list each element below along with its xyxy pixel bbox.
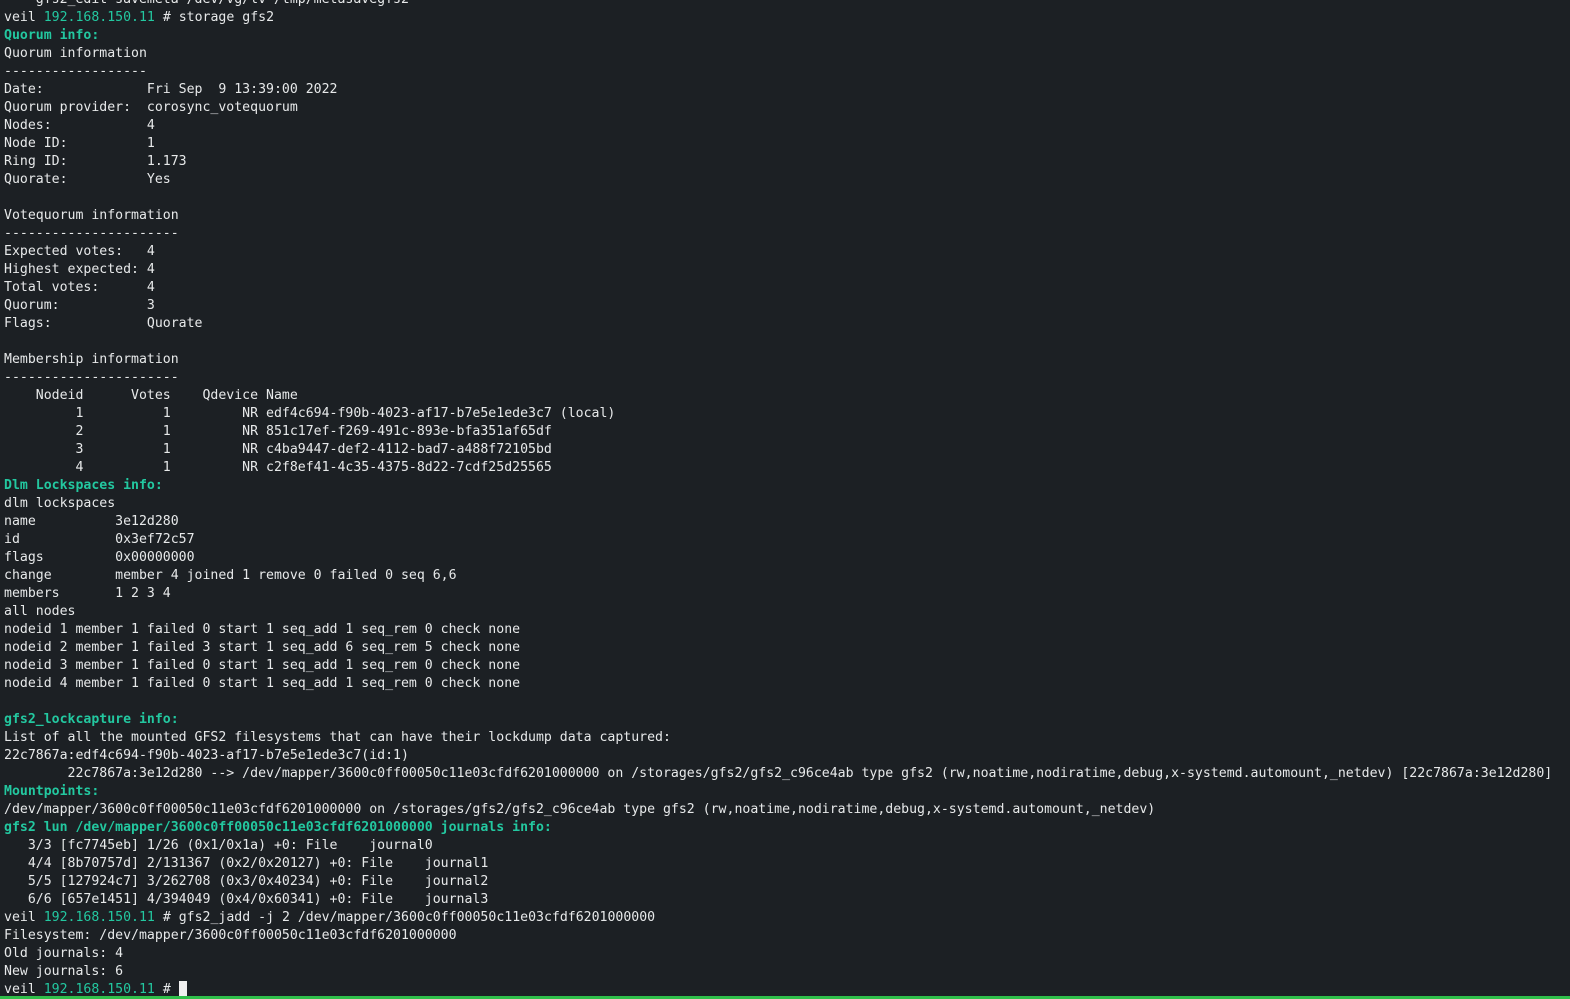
prompt-host: 192.168.150.11 — [43, 982, 155, 997]
prompt-host: 192.168.150.11 — [43, 910, 155, 925]
output-line: name 3e12d280 — [4, 514, 179, 529]
prompt-symbol: # — [162, 10, 171, 25]
prompt-user: veil — [4, 910, 36, 925]
section-header: Mountpoints: — [4, 784, 100, 799]
prompt-symbol: # — [162, 910, 171, 925]
output-line: all nodes — [4, 604, 76, 619]
output-line: members 1 2 3 4 — [4, 586, 171, 601]
output-line: /dev/mapper/3600c0ff00050c11e03cfdf62010… — [4, 802, 1156, 817]
output-line: 4 1 NR c2f8ef41-4c35-4375-8d22-7cdf25d25… — [4, 460, 552, 475]
prompt-user: veil — [4, 10, 36, 25]
output-line: Nodes: 4 — [4, 118, 155, 133]
output-line: Filesystem: /dev/mapper/3600c0ff00050c11… — [4, 928, 457, 943]
output-line: nodeid 3 member 1 failed 0 start 1 seq_a… — [4, 658, 521, 673]
terminal-output: gfs2_edit savemeta /dev/vg/lv /tmp/metas… — [4, 0, 1570, 999]
output-line: 1 1 NR edf4c694-f90b-4023-af17-b7e5e1ede… — [4, 406, 616, 421]
output-line: Votequorum information — [4, 208, 179, 223]
output-line: nodeid 1 member 1 failed 0 start 1 seq_a… — [4, 622, 521, 637]
output-line: 2 1 NR 851c17ef-f269-491c-893e-bfa351af6… — [4, 424, 552, 439]
command-text: storage gfs2 — [178, 10, 275, 25]
output-line: Ring ID: 1.173 — [4, 154, 187, 169]
output-line: Total votes: 4 — [4, 280, 155, 295]
output-line: Quorum: 3 — [4, 298, 155, 313]
output-line: change member 4 joined 1 remove 0 failed… — [4, 568, 457, 583]
section-header: Dlm Lockspaces info: — [4, 478, 163, 493]
section-header: gfs2 lun /dev/mapper/3600c0ff00050c11e03… — [4, 820, 552, 835]
command-text: gfs2_jadd -j 2 /dev/mapper/3600c0ff00050… — [178, 910, 656, 925]
output-line: Node ID: 1 — [4, 136, 155, 151]
output-line: Highest expected: 4 — [4, 262, 155, 277]
output-line: 4/4 [8b70757d] 2/131367 (0x2/0x20127) +0… — [4, 856, 489, 871]
output-line: id 0x3ef72c57 — [4, 532, 195, 547]
output-line: 3/3 [fc7745eb] 1/26 (0x1/0x1a) +0: File … — [4, 838, 433, 853]
output-line: nodeid 2 member 1 failed 3 start 1 seq_a… — [4, 640, 521, 655]
output-line: List of all the mounted GFS2 filesystems… — [4, 730, 671, 745]
output-line: dlm lockspaces — [4, 496, 116, 511]
output-line: 22c7867a:edf4c694-f90b-4023-af17-b7e5e1e… — [4, 748, 409, 763]
output-line: flags 0x00000000 — [4, 550, 195, 565]
prompt-host: 192.168.150.11 — [43, 10, 155, 25]
output-line: 6/6 [657e1451] 4/394049 (0x4/0x60341) +0… — [4, 892, 489, 907]
output-line: Flags: Quorate — [4, 316, 203, 331]
output-line: 3 1 NR c4ba9447-def2-4112-bad7-a488f7210… — [4, 442, 552, 457]
output-line: Quorum provider: corosync_votequorum — [4, 100, 298, 115]
terminal-window[interactable]: gfs2_edit savemeta /dev/vg/lv /tmp/metas… — [0, 0, 1570, 999]
prompt-user: veil — [4, 982, 36, 997]
text-cursor[interactable] — [178, 981, 187, 996]
output-line: gfs2_edit savemeta /dev/vg/lv /tmp/metas… — [4, 0, 1570, 9]
output-line: Quorum information — [4, 46, 147, 61]
output-line: Membership information — [4, 352, 179, 367]
output-line: Date: Fri Sep 9 13:39:00 2022 — [4, 82, 338, 97]
prompt-symbol: # — [162, 982, 171, 997]
output-line: ------------------ — [4, 64, 147, 79]
output-line: 22c7867a:3e12d280 --> /dev/mapper/3600c0… — [4, 766, 1553, 781]
output-line: ---------------------- — [4, 370, 179, 385]
prompt-line: veil 192.168.150.11 # gfs2_jadd -j 2 /de… — [4, 909, 1570, 927]
output-line: ---------------------- — [4, 226, 179, 241]
section-header: Quorum info: — [4, 28, 100, 43]
output-line: nodeid 4 member 1 failed 0 start 1 seq_a… — [4, 676, 521, 691]
output-line: New journals: 6 — [4, 964, 124, 979]
output-line: Quorate: Yes — [4, 172, 171, 187]
section-header: gfs2_lockcapture info: — [4, 712, 179, 727]
prompt-line: veil 192.168.150.11 # storage gfs2 — [4, 9, 1570, 27]
output-line: Old journals: 4 — [4, 946, 124, 961]
output-line: Expected votes: 4 — [4, 244, 155, 259]
output-line: Nodeid Votes Qdevice Name — [4, 388, 298, 403]
output-line: 5/5 [127924c7] 3/262708 (0x3/0x40234) +0… — [4, 874, 489, 889]
